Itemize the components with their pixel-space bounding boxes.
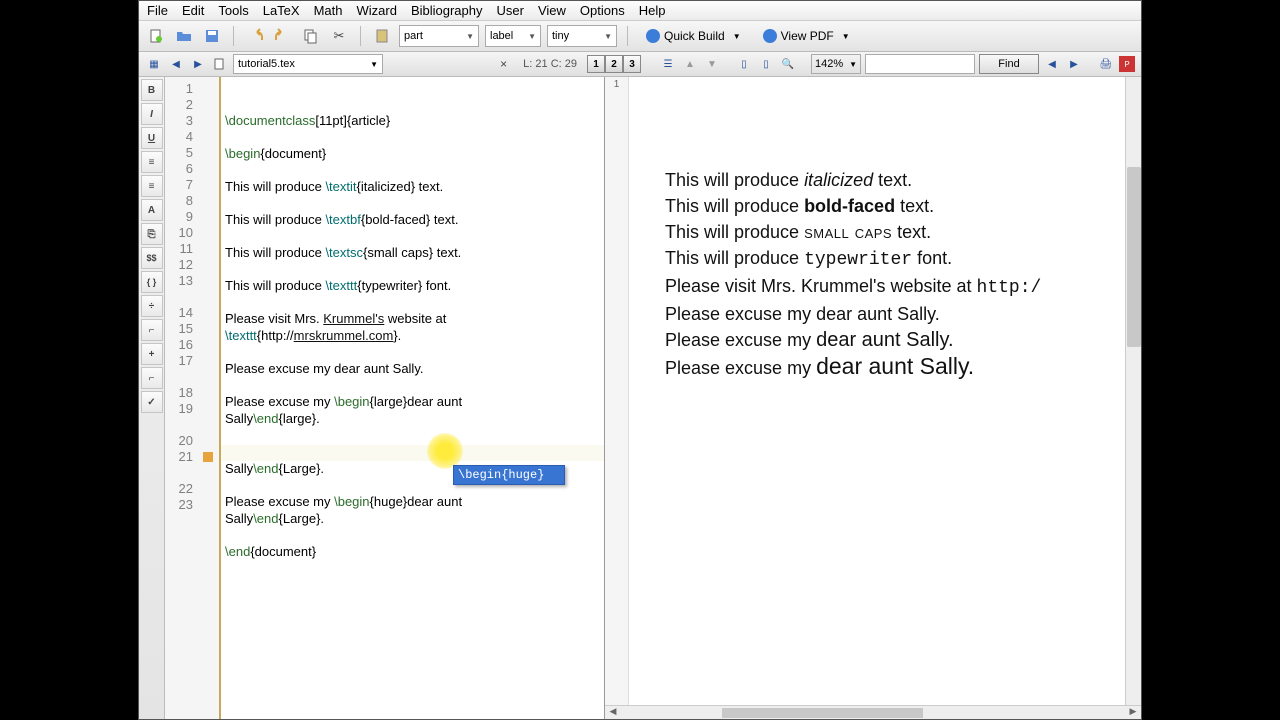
view-mode-2[interactable]: 2 xyxy=(605,55,623,73)
pdf-preview[interactable]: 1 This will produce italicized text. Thi… xyxy=(605,77,1141,719)
menu-view[interactable]: View xyxy=(538,3,566,18)
plus-button[interactable]: + xyxy=(141,343,163,365)
code-content[interactable]: \documentclass[11pt]{article} \begin{doc… xyxy=(221,77,604,719)
nav-prev-button[interactable]: ◀ xyxy=(167,55,185,73)
check-button[interactable]: ✓ xyxy=(141,391,163,413)
main-toolbar: ✂ part▼ label▼ tiny▼ Quick Build▼ View P… xyxy=(139,21,1141,52)
print-icon[interactable]: 🖨 xyxy=(1097,55,1115,73)
font-button[interactable]: A xyxy=(141,199,163,221)
underline-button[interactable]: U xyxy=(141,127,163,149)
italic-button[interactable]: I xyxy=(141,103,163,125)
code-editor[interactable]: 1234 5678 9101112 131415 161718 1920 21 … xyxy=(165,77,605,719)
secondary-toolbar: ▦ ◀ ▶ tutorial5.tex▼ × L: 21 C: 29 1 2 3… xyxy=(139,52,1141,77)
menu-user[interactable]: User xyxy=(497,3,524,18)
sectioning-combo[interactable]: part▼ xyxy=(399,25,479,47)
cut-button[interactable]: ✂ xyxy=(328,25,350,47)
left-align-button[interactable]: ≡ xyxy=(141,151,163,173)
down-arrow-icon[interactable]: ▼ xyxy=(703,55,721,73)
open-file-button[interactable] xyxy=(173,25,195,47)
redo-button[interactable] xyxy=(272,25,294,47)
center-align-button[interactable]: ≡ xyxy=(141,175,163,197)
structure-icon[interactable]: ▦ xyxy=(145,55,163,73)
menu-file[interactable]: File xyxy=(147,3,168,18)
autocomplete-popup[interactable]: \begin{huge} xyxy=(453,465,565,485)
toc-icon[interactable]: ☰ xyxy=(659,55,677,73)
current-line-highlight xyxy=(221,445,604,461)
find-input[interactable] xyxy=(865,54,975,74)
play-icon xyxy=(646,29,660,43)
menu-bibliography[interactable]: Bibliography xyxy=(411,3,483,18)
pdf-icon[interactable]: P xyxy=(1119,56,1135,72)
quick-build-button[interactable]: Quick Build▼ xyxy=(638,25,749,47)
frac-button[interactable]: ÷ xyxy=(141,295,163,317)
pages-icon[interactable]: ▯ xyxy=(757,55,775,73)
line-marker-icon xyxy=(203,452,213,462)
hscrollbar-thumb[interactable] xyxy=(722,708,924,718)
copy-button[interactable] xyxy=(300,25,322,47)
gutter: 1234 5678 9101112 131415 161718 1920 21 … xyxy=(165,77,221,719)
save-button[interactable] xyxy=(201,25,223,47)
menu-bar: File Edit Tools LaTeX Math Wizard Biblio… xyxy=(139,1,1141,21)
label-combo[interactable]: label▼ xyxy=(485,25,541,47)
menu-options[interactable]: Options xyxy=(580,3,625,18)
menu-latex[interactable]: LaTeX xyxy=(263,3,300,18)
fontsize-combo[interactable]: tiny▼ xyxy=(547,25,617,47)
page-icon[interactable]: ▯ xyxy=(735,55,753,73)
format-sidebar: B I U ≡ ≡ A ⎘ $$ { } ÷ ⌐ + ⌐ ✓ xyxy=(139,77,165,719)
menu-tools[interactable]: Tools xyxy=(218,3,248,18)
rendered-document: This will produce italicized text. This … xyxy=(665,167,1125,381)
find-next-button[interactable]: ▶ xyxy=(1065,55,1083,73)
document-icon[interactable] xyxy=(211,55,229,73)
split-view-buttons: 1 2 3 xyxy=(587,55,641,73)
menu-help[interactable]: Help xyxy=(639,3,666,18)
undo-button[interactable] xyxy=(244,25,266,47)
find-prev-button[interactable]: ◀ xyxy=(1043,55,1061,73)
sqrt-button[interactable]: ⌐ xyxy=(141,319,163,341)
file-tab[interactable]: tutorial5.tex▼ xyxy=(233,54,383,74)
close-tab-button[interactable]: × xyxy=(494,57,513,71)
scroll-left-icon[interactable]: ◀ xyxy=(605,706,621,719)
magnify-icon[interactable]: 🔍 xyxy=(779,55,797,73)
nav-next-button[interactable]: ▶ xyxy=(189,55,207,73)
newline-button[interactable]: ⎘ xyxy=(141,223,163,245)
horizontal-scrollbar[interactable]: ◀ ▶ xyxy=(605,705,1141,719)
scrollbar-thumb[interactable] xyxy=(1127,167,1141,347)
vertical-scrollbar[interactable] xyxy=(1125,77,1141,719)
menu-math[interactable]: Math xyxy=(314,3,343,18)
view-mode-1[interactable]: 1 xyxy=(587,55,605,73)
bold-button[interactable]: B xyxy=(141,79,163,101)
find-button[interactable]: Find xyxy=(979,54,1039,74)
page-gutter: 1 xyxy=(605,77,629,719)
app-window: File Edit Tools LaTeX Math Wizard Biblio… xyxy=(138,0,1142,720)
menu-wizard[interactable]: Wizard xyxy=(357,3,397,18)
new-file-button[interactable] xyxy=(145,25,167,47)
cursor-position: L: 21 C: 29 xyxy=(517,58,583,70)
menu-edit[interactable]: Edit xyxy=(182,3,204,18)
symbol-button[interactable]: ⌐ xyxy=(141,367,163,389)
up-arrow-icon[interactable]: ▲ xyxy=(681,55,699,73)
view-mode-3[interactable]: 3 xyxy=(623,55,641,73)
view-pdf-button[interactable]: View PDF▼ xyxy=(755,25,858,47)
play-icon xyxy=(763,29,777,43)
zoom-combo[interactable]: 142%▼ xyxy=(811,54,861,74)
main-area: B I U ≡ ≡ A ⎘ $$ { } ÷ ⌐ + ⌐ ✓ 1234 5678… xyxy=(139,77,1141,719)
paste-button[interactable] xyxy=(371,25,393,47)
scroll-right-icon[interactable]: ▶ xyxy=(1125,706,1141,719)
math-button[interactable]: $$ xyxy=(141,247,163,269)
braces-button[interactable]: { } xyxy=(141,271,163,293)
